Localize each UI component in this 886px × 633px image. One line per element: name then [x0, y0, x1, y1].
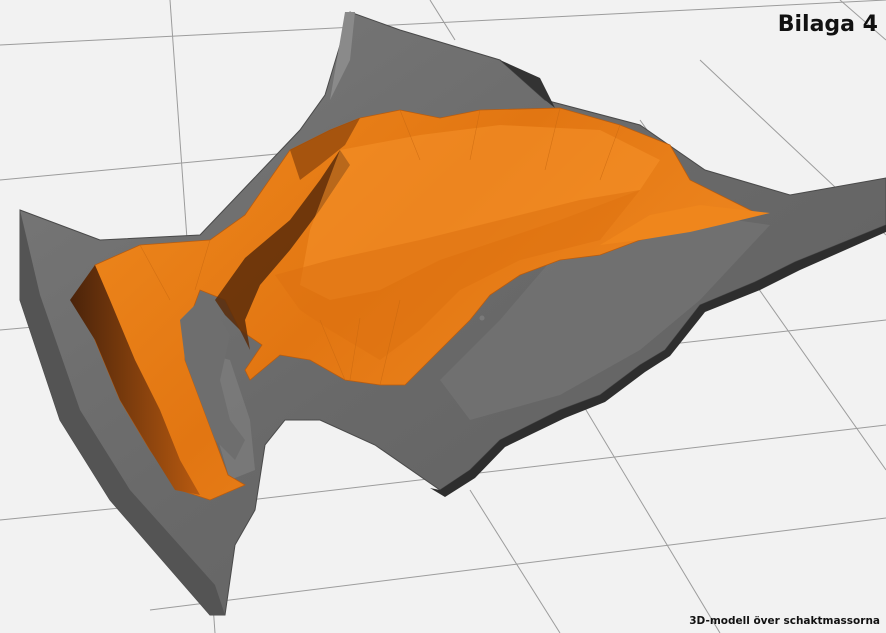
page-title: Bilaga 4 — [777, 12, 878, 37]
figure-caption: 3D-modell över schaktmassorna — [689, 615, 880, 627]
terrain-3d-model — [0, 0, 886, 633]
model-viewport[interactable]: Bilaga 4 3D-modell över schaktmassorna — [0, 0, 886, 633]
